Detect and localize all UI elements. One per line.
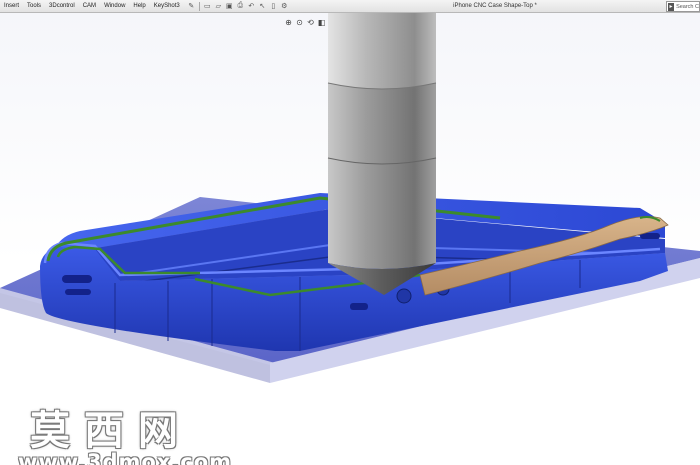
save-icon[interactable]: ▣ (224, 1, 235, 11)
menu-tools[interactable]: Tools (23, 0, 45, 13)
menu-keyshot3[interactable]: KeyShot3 (150, 0, 184, 13)
watermark-url: www.3dmox.com (18, 450, 233, 465)
fixture-slot (62, 275, 92, 283)
menu-insert[interactable]: Insert (0, 0, 23, 13)
menu-help[interactable]: Help (129, 0, 149, 13)
graphics-viewport[interactable]: ⊕ ⊙ ⟲ ◧ ❒ ◩▾ ◌▾ ● ▲▾ ▬▾ (0, 13, 700, 465)
pin-icon[interactable]: ✎ (186, 1, 197, 11)
tool-shank-top (328, 13, 436, 89)
menu-items: Insert Tools 3Dcontrol CAM Window Help K… (0, 0, 184, 13)
rebuild-icon[interactable]: ▯ (268, 1, 279, 11)
search-box[interactable]: ▸ Search C (666, 1, 700, 12)
open-icon[interactable]: ▱ (213, 1, 224, 11)
document-title: iPhone CNC Case Shape-Top * (453, 3, 537, 9)
menubar: Insert Tools 3Dcontrol CAM Window Help K… (0, 0, 700, 13)
options-icon[interactable]: ⚙ (279, 1, 290, 11)
watermark: 莫西网 www.3dmox.com (0, 398, 233, 465)
menu-3dcontrol[interactable]: 3Dcontrol (45, 0, 79, 13)
new-document-icon[interactable]: ▭ (202, 1, 213, 11)
tool-body (328, 158, 436, 269)
fixture-button-hole (396, 288, 412, 304)
undo-icon[interactable]: ↶ (246, 1, 257, 11)
search-placeholder: Search C (676, 3, 699, 10)
milling-tool (327, 13, 437, 295)
toolbar-separator (198, 1, 200, 11)
menu-window[interactable]: Window (100, 0, 129, 13)
select-icon[interactable]: ↖ (257, 1, 268, 11)
menu-cam[interactable]: CAM (79, 0, 100, 13)
standard-toolbar: ✎ ▭ ▱ ▣ ⎙ ↶ ↖ ▯ ⚙ (186, 0, 290, 13)
print-icon[interactable]: ⎙ (235, 1, 246, 11)
fixture-slot (350, 303, 368, 310)
watermark-chinese: 莫西网 (30, 407, 192, 454)
search-icon: ▸ (668, 2, 675, 11)
fixture-slot (65, 289, 91, 295)
tool-shank-mid (328, 83, 436, 164)
